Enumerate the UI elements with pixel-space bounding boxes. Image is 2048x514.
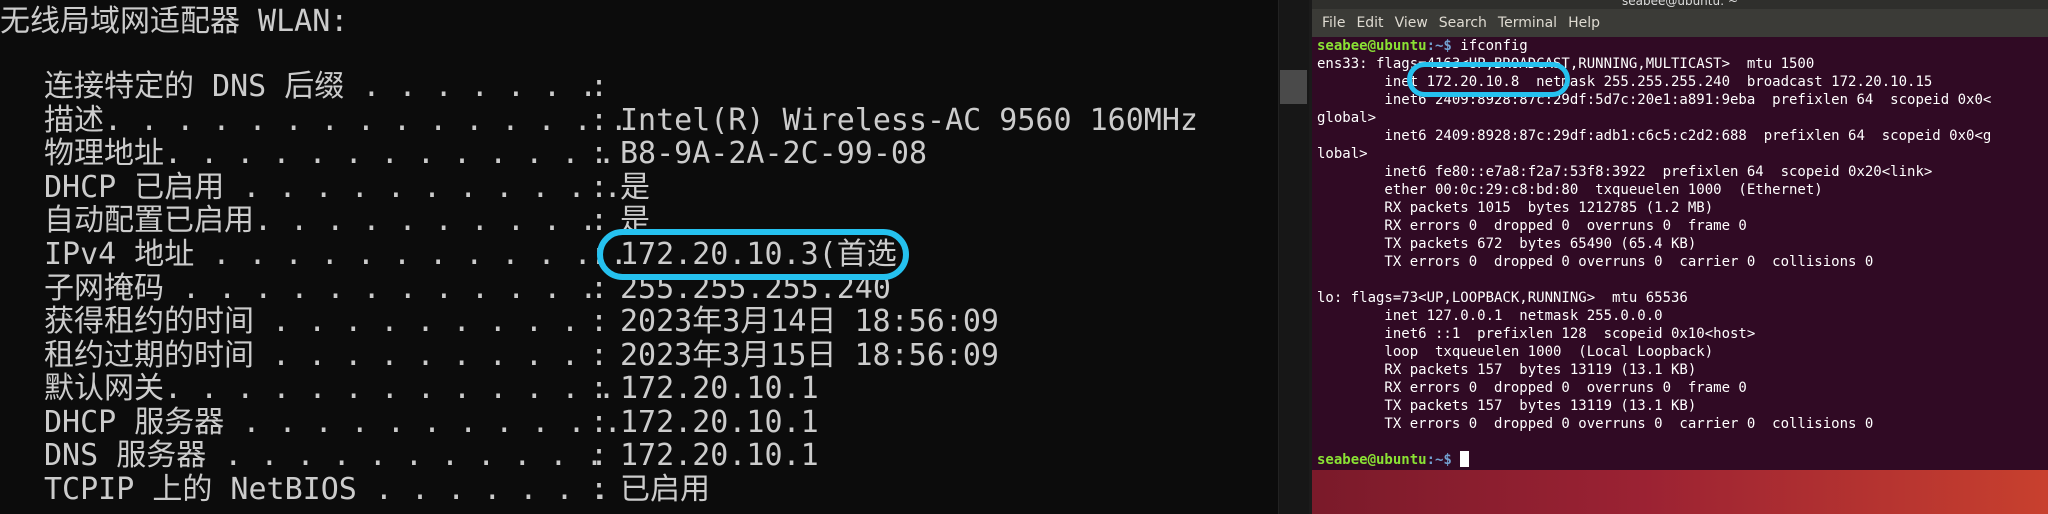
terminal-output-line: TX errors 0 dropped 0 overruns 0 carrier… [1317, 254, 1874, 270]
terminal-output-line: inet6 2409:8928:87c:29df:adb1:c6c5:c2d2:… [1317, 128, 1992, 144]
prompt-user: seabee@ubuntu [1317, 38, 1427, 54]
cmd-row-value: Intel(R) Wireless-AC 9560 160MHz [620, 103, 1198, 138]
menu-terminal[interactable]: Terminal [1498, 15, 1557, 31]
prompt-user: seabee@ubuntu [1317, 452, 1427, 468]
terminal-output-line: loop txqueuelen 1000 (Local Loopback) [1317, 344, 1714, 360]
cmd-row-colon: : [590, 170, 609, 205]
cmd-row: 默认网关. . . . . . . . . . . . .: 172.20.10.… [44, 372, 819, 405]
cmd-row-label: 租约过期的时间 . . . . . . . . . [44, 338, 580, 373]
cmd-row-label: 连接特定的 DNS 后缀 . . . . . . . [44, 69, 598, 104]
cmd-row-value: 172.20.10.1 [620, 438, 819, 473]
ubuntu-terminal-window: seabee@ubuntu: ~ File Edit View Search T… [1312, 0, 2048, 514]
cmd-row-label: DHCP 已启用 . . . . . . . . . . . [44, 170, 622, 205]
cmd-row-colon: : [590, 371, 609, 406]
cmd-row-value: 172.20.10.3(首选) [620, 237, 915, 272]
cmd-row: TCPIP 上的 NetBIOS . . . . . . .: 已启用 [44, 473, 710, 506]
terminal-output[interactable]: seabee@ubuntu:~$ ifconfig ens33: flags=4… [1317, 37, 2042, 469]
cmd-row-colon: : [590, 69, 609, 104]
prompt-path: :~$ [1426, 452, 1452, 468]
cmd-row-label: DHCP 服务器 . . . . . . . . . . . [44, 405, 622, 440]
terminal-output-line: RX errors 0 dropped 0 overruns 0 frame 0 [1317, 218, 1747, 234]
terminal-command-line: seabee@ubuntu:~$ ifconfig [1317, 37, 2042, 55]
text-cursor [1460, 451, 1470, 467]
cmd-row-label: 物理地址. . . . . . . . . . . . . [44, 136, 616, 171]
cmd-adapter-header: 无线局域网适配器 WLAN: [0, 4, 349, 39]
cmd-row-colon: : [590, 338, 609, 373]
cmd-row-colon: : [590, 103, 609, 138]
menu-view[interactable]: View [1395, 15, 1428, 31]
cmd-row: 自动配置已启用. . . . . . . . . .: 是 [44, 204, 650, 237]
cmd-row-label: 子网掩码 . . . . . . . . . . . . [44, 271, 598, 306]
cmd-row-colon: : [590, 237, 609, 272]
cmd-row-label: 获得租约的时间 . . . . . . . . . [44, 304, 580, 339]
cmd-row-label: DNS 服务器 . . . . . . . . . . . [44, 438, 604, 473]
cmd-row-colon: : [590, 438, 609, 473]
terminal-titlebar[interactable]: seabee@ubuntu: ~ [1312, 0, 2048, 9]
menu-edit[interactable]: Edit [1356, 15, 1383, 31]
cmd-row-value: 已启用 [620, 472, 710, 507]
cmd-row: 租约过期的时间 . . . . . . . . .:2023年3月15日 18:… [44, 339, 999, 372]
cmd-row: 子网掩码 . . . . . . . . . . . .: 255.255.255… [44, 272, 891, 305]
cmd-row-label: 默认网关. . . . . . . . . . . . . [44, 371, 616, 406]
terminal-menubar: File Edit View Search Terminal Help [1312, 9, 2048, 37]
cmd-row-value: 172.20.10.1 [620, 405, 819, 440]
cmd-window: 无线局域网适配器 WLAN: 连接特定的 DNS 后缀 . . . . . . … [0, 0, 1278, 514]
terminal-output-line: inet6 ::1 prefixlen 128 scopeid 0x10<hos… [1317, 326, 1756, 342]
terminal-output-line: lobal> [1317, 146, 1368, 162]
ifconfig-output: ens33: flags=4163<UP,BROADCAST,RUNNING,M… [1317, 55, 2042, 451]
terminal-output-line: inet 172.20.10.8 netmask 255.255.255.240… [1317, 74, 1933, 90]
terminal-output-line: TX errors 0 dropped 0 overruns 0 carrier… [1317, 416, 1874, 432]
desktop-background [1312, 470, 2048, 514]
cmd-row-label: TCPIP 上的 NetBIOS . . . . . . . [44, 472, 610, 507]
cmd-row-colon: : [590, 472, 609, 507]
cmd-row-label: IPv4 地址 . . . . . . . . . . . . [44, 237, 628, 272]
entered-command: ifconfig [1451, 38, 1528, 54]
terminal-output-line: TX packets 672 bytes 65490 (65.4 KB) [1317, 236, 1697, 252]
cmd-row: DHCP 服务器 . . . . . . . . . . .: 172.20.10… [44, 406, 819, 439]
cmd-row-colon: : [590, 136, 609, 171]
terminal-output-line: RX packets 1015 bytes 1212785 (1.2 MB) [1317, 200, 1714, 216]
terminal-output-line: inet6 fe80::e7a8:f2a7:53f8:3922 prefixle… [1317, 164, 1933, 180]
terminal-output-line: ether 00:0c:29:c8:bd:80 txqueuelen 1000 … [1317, 182, 1823, 198]
cmd-row-label: 自动配置已启用. . . . . . . . . . [44, 203, 598, 238]
terminal-output-line: lo: flags=73<UP,LOOPBACK,RUNNING> mtu 65… [1317, 290, 1688, 306]
cmd-row-colon: : [590, 405, 609, 440]
cmd-row-label: 描述. . . . . . . . . . . . . . . [44, 103, 628, 138]
menu-help[interactable]: Help [1568, 15, 1600, 31]
terminal-output-line: TX packets 157 bytes 13119 (13.1 KB) [1317, 398, 1697, 414]
cmd-row: 连接特定的 DNS 后缀 . . . . . . .: [44, 70, 620, 103]
menu-file[interactable]: File [1322, 15, 1345, 31]
cmd-row: 获得租约的时间 . . . . . . . . .:2023年3月14日 18:… [44, 305, 999, 338]
terminal-output-line: RX packets 157 bytes 13119 (13.1 KB) [1317, 362, 1697, 378]
cmd-row-value: 是 [620, 203, 650, 238]
terminal-prompt-line[interactable]: seabee@ubuntu:~$ [1317, 451, 2042, 469]
terminal-output-line: global> [1317, 110, 1377, 126]
terminal-output-line: inet6 2409:8928:87c:29df:5d7c:20e1:a891:… [1317, 92, 1992, 108]
cmd-row-value: 255.255.255.240 [620, 271, 891, 306]
prompt-path: :~$ [1426, 38, 1452, 54]
cmd-row-value: 2023年3月15日 18:56:09 [620, 338, 999, 373]
cmd-row: DNS 服务器 . . . . . . . . . . .: 172.20.10.… [44, 439, 819, 472]
cmd-row-colon: : [590, 271, 609, 306]
cmd-row-value: B8-9A-2A-2C-99-08 [620, 136, 928, 171]
terminal-output-line: inet 127.0.0.1 netmask 255.0.0.0 [1317, 308, 1663, 324]
cmd-row: IPv4 地址 . . . . . . . . . . . .: 172.20.1… [44, 238, 915, 271]
cmd-row-value: 172.20.10.1 [620, 371, 819, 406]
terminal-output-line: RX errors 0 dropped 0 overruns 0 frame 0 [1317, 380, 1747, 396]
cmd-row-value: 2023年3月14日 18:56:09 [620, 304, 999, 339]
cmd-row: 描述. . . . . . . . . . . . . . .: Intel(R)… [44, 104, 1198, 137]
cmd-row-colon: : [590, 304, 609, 339]
cmd-scroll-thumb[interactable] [1280, 70, 1307, 104]
menu-search[interactable]: Search [1439, 15, 1487, 31]
cmd-row: 物理地址. . . . . . . . . . . . .: B8-9A-2A-2… [44, 137, 927, 170]
cmd-row-value: 是 [620, 170, 650, 205]
cmd-row: DHCP 已启用 . . . . . . . . . . .: 是 [44, 171, 650, 204]
screenshot-root: 无线局域网适配器 WLAN: 连接特定的 DNS 后缀 . . . . . . … [0, 0, 2048, 514]
terminal-output-line: ens33: flags=4163<UP,BROADCAST,RUNNING,M… [1317, 56, 1815, 72]
cmd-row-colon: : [590, 203, 609, 238]
